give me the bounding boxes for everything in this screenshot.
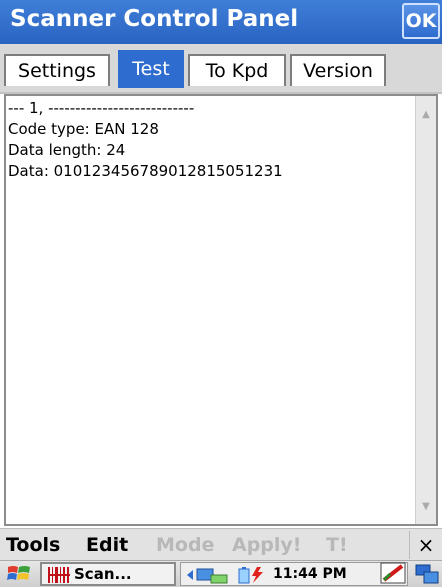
- battery-icon[interactable]: [237, 566, 269, 584]
- output-line: Code type: EAN 128: [8, 120, 159, 138]
- start-icon[interactable]: [6, 563, 32, 585]
- tab-strip: Settings Test To Kpd Version: [0, 44, 442, 94]
- menu-apply: Apply!: [232, 534, 302, 556]
- desktop-icon[interactable]: [414, 563, 440, 585]
- vertical-scrollbar[interactable]: ▲ ▼: [415, 96, 436, 524]
- output-line: Data length: 24: [8, 141, 126, 159]
- menu-edit[interactable]: Edit: [86, 532, 128, 558]
- ok-button[interactable]: OK: [402, 3, 440, 39]
- menu-mode: Mode: [156, 534, 215, 556]
- scroll-down-icon[interactable]: ▼: [416, 498, 436, 516]
- network-icon[interactable]: [185, 566, 231, 584]
- title-bar: Scanner Control Panel OK: [0, 0, 442, 44]
- clock[interactable]: 11:44 PM: [273, 564, 347, 584]
- window-title: Scanner Control Panel: [10, 6, 299, 32]
- tab-to-kpd[interactable]: To Kpd: [188, 54, 286, 86]
- output-panel[interactable]: --- 1, --------------------------- Code …: [4, 94, 438, 526]
- tab-settings[interactable]: Settings: [4, 54, 110, 86]
- output-text[interactable]: --- 1, --------------------------- Code …: [8, 98, 416, 182]
- task-label: Scan...: [74, 565, 132, 583]
- task-scanner-button[interactable]: Scan...: [40, 562, 176, 586]
- tab-version[interactable]: Version: [290, 54, 386, 86]
- tab-test[interactable]: Test: [118, 50, 184, 88]
- menu-t: T!: [326, 534, 348, 556]
- output-line: Data: 010123456789012815051231: [8, 162, 283, 180]
- close-button[interactable]: ×: [409, 531, 442, 559]
- output-line: --- 1, ---------------------------: [8, 99, 195, 117]
- system-tray: 11:44 PM: [180, 562, 408, 586]
- stylus-icon[interactable]: [380, 562, 406, 584]
- scroll-up-icon[interactable]: ▲: [416, 106, 436, 124]
- menu-bar: Tools Edit Mode Apply! T! ×: [0, 528, 442, 561]
- menu-tools[interactable]: Tools: [6, 532, 60, 558]
- barcode-icon: [48, 567, 70, 583]
- taskbar: Scan... 11:44 PM: [0, 560, 442, 587]
